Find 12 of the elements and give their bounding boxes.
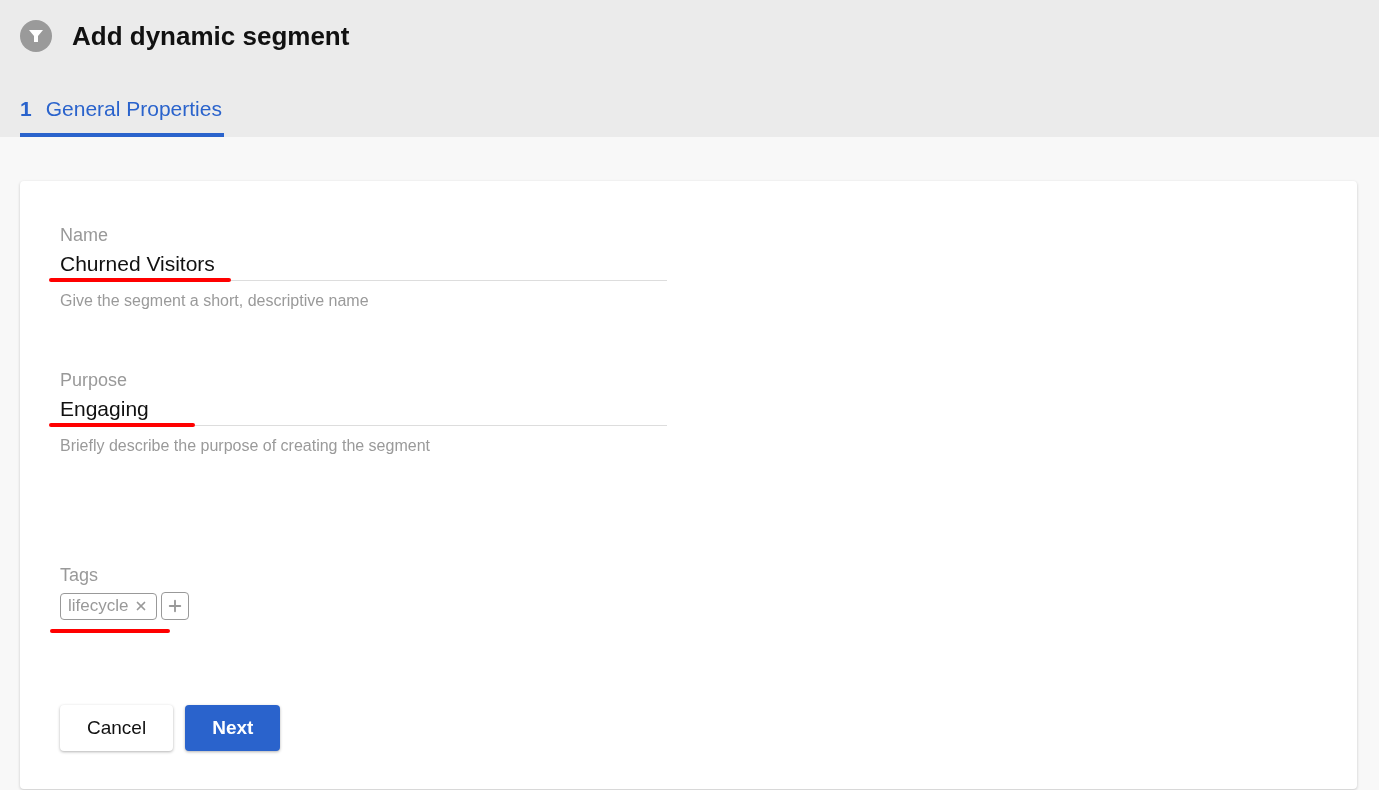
cancel-button[interactable]: Cancel <box>60 705 174 751</box>
field-label: Purpose <box>60 370 129 391</box>
tag-chip: lifecycle <box>60 592 158 620</box>
field-hint: Briefly describe the purpose of creating the segment <box>60 437 431 455</box>
field-hint: Give the segment a short, descriptive name <box>60 292 370 310</box>
step-tab[interactable]: 1 General Properties <box>20 97 224 137</box>
add-tag-button[interactable] <box>161 592 190 620</box>
page-title: Add dynamic segment <box>72 20 350 52</box>
field-label: Tags <box>60 565 100 586</box>
next-button[interactable]: Next <box>185 705 281 751</box>
field-label: Name <box>60 225 109 246</box>
funnel-icon <box>20 20 52 52</box>
